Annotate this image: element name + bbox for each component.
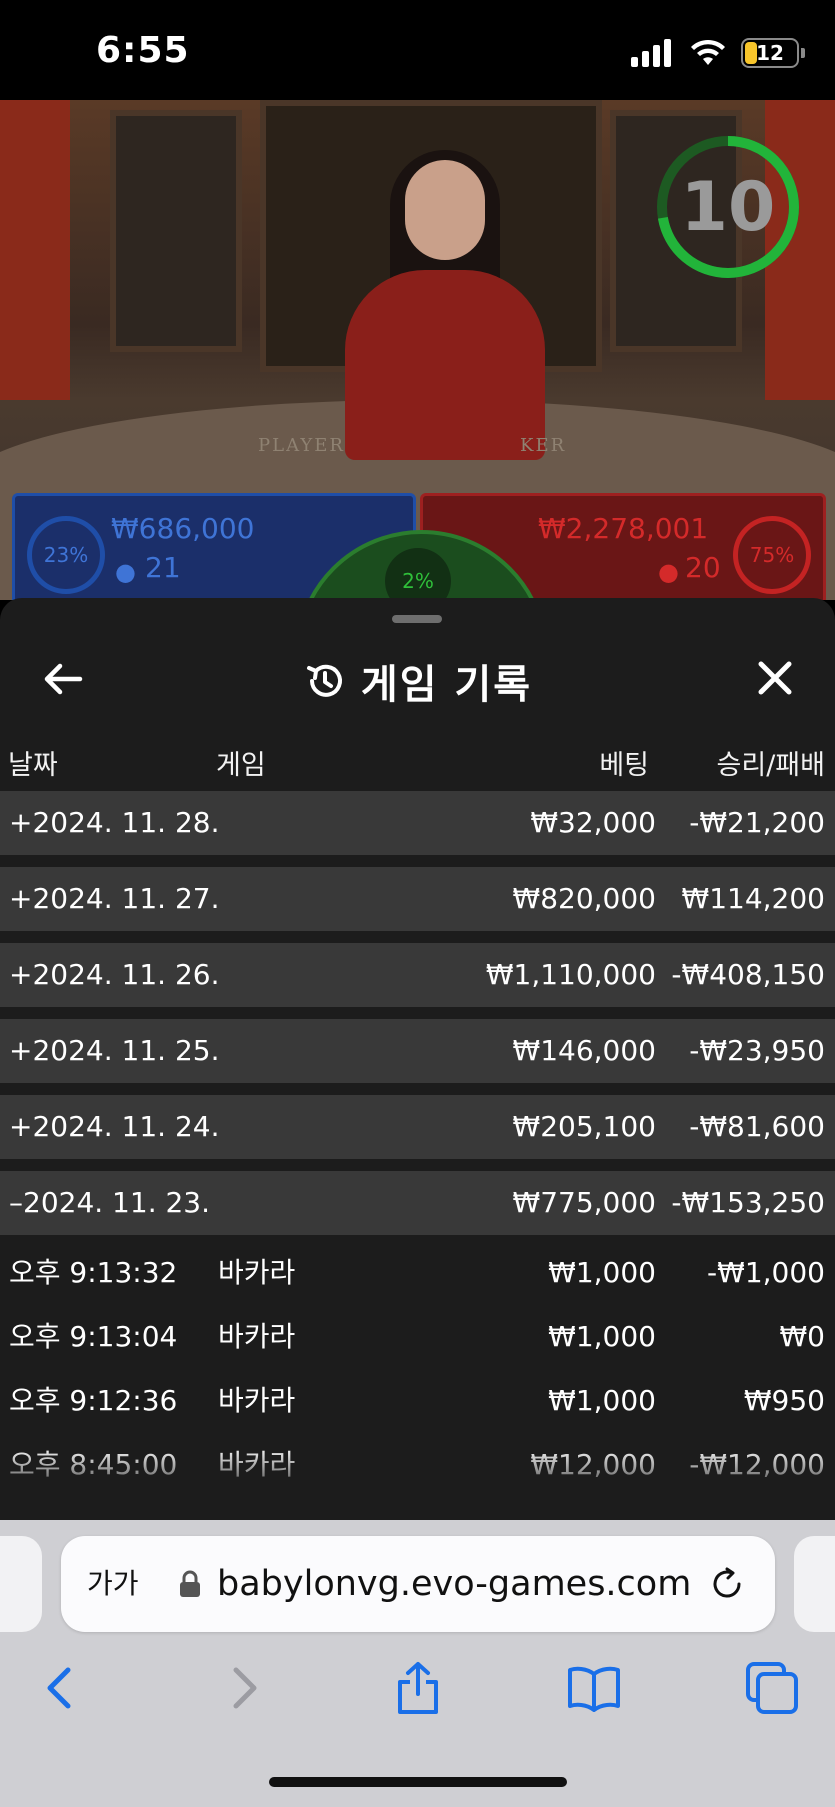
date-row[interactable]: +2024. 11. 25. ₩146,000 -₩23,950 [0,1019,835,1083]
result-cell: -₩81,600 [689,1110,825,1143]
url-text[interactable]: babylonvg.evo-games.com [217,1536,691,1632]
sheet-title-group: 게임 기록 [0,652,835,710]
date-cell: +2024. 11. 24. [9,1110,220,1143]
next-tab-preview[interactable] [794,1536,835,1632]
wall-panel-left [110,110,242,352]
player-bet-amount: ₩686,000 [111,512,255,545]
bet-cell: ₩205,100 [512,1110,656,1143]
result-cell: ₩0 [779,1320,826,1353]
battery-icon: 12 [741,38,799,68]
status-time: 6:55 [96,30,190,71]
status-icons: 12 [631,38,805,68]
result-cell: -₩21,200 [689,806,825,839]
scroll-fade [0,1446,835,1520]
history-icon [306,664,342,697]
date-cell: –2024. 11. 23. [9,1186,211,1219]
round-row[interactable]: 오후 9:13:32 바카라 ₩1,000 -₩1,000 [0,1241,835,1305]
column-header-bet[interactable]: 베팅 [599,743,649,782]
game-cell: 바카라 [218,1256,296,1289]
share-icon[interactable] [390,1660,446,1716]
date-cell: +2024. 11. 26. [9,958,220,991]
address-bar[interactable]: 가가 babylonvg.evo-games.com [61,1536,775,1632]
player-percent: 23% [27,516,105,594]
date-cell: +2024. 11. 25. [9,1034,220,1067]
time-cell: 오후 9:13:04 [9,1320,178,1353]
dealer-face [405,160,485,260]
bookmarks-icon[interactable] [566,1660,622,1716]
status-bar: 6:55 12 [0,0,835,100]
date-row[interactable]: +2024. 11. 27. ₩820,000 ₩114,200 [0,867,835,931]
person-icon: ● [115,558,136,586]
date-row[interactable]: +2024. 11. 26. ₩1,110,000 -₩408,150 [0,943,835,1007]
result-cell: -₩23,950 [689,1034,825,1067]
column-header-date[interactable]: 날짜 [8,743,58,782]
dealer [345,270,545,460]
table-player-label: PLAYER [258,435,345,456]
time-cell: 오후 9:12:36 [9,1384,178,1417]
reload-icon[interactable] [709,1566,745,1602]
bet-cell: ₩146,000 [512,1034,656,1067]
bet-cell: ₩820,000 [512,882,656,915]
bet-cell: ₩32,000 [530,806,656,839]
live-game-video[interactable]: PLAYER KER 10 23% ₩686,000 ● 21 75% ₩2,2… [0,100,835,600]
column-header-win-loss[interactable]: 승리/패배 [717,743,825,782]
battery-cap [801,48,805,58]
text-size-button[interactable]: 가가 [87,1536,139,1632]
game-history-sheet: 게임 기록 날짜 게임 베팅 승리/패배 +2024. 11. 28. ₩32,… [0,598,835,1520]
column-header-game[interactable]: 게임 [216,743,266,782]
player-bettor-count: 21 [145,551,181,584]
result-cell: ₩114,200 [681,882,825,915]
date-row-expanded[interactable]: –2024. 11. 23. ₩775,000 -₩153,250 [0,1171,835,1235]
result-cell: ₩950 [743,1384,825,1417]
home-indicator[interactable] [269,1777,567,1787]
date-row[interactable]: +2024. 11. 24. ₩205,100 -₩81,600 [0,1095,835,1159]
banker-percent: 75% [733,516,811,594]
wifi-icon [691,39,725,65]
bet-cell: ₩1,110,000 [485,958,656,991]
date-cell: +2024. 11. 28. [9,806,220,839]
result-cell: -₩1,000 [707,1256,825,1289]
lock-icon [180,1570,200,1597]
tabs-icon[interactable] [744,1660,800,1716]
banker-bet-amount: ₩2,278,001 [538,512,709,545]
time-cell: 오후 9:13:32 [9,1256,178,1289]
round-row[interactable]: 오후 9:13:04 바카라 ₩1,000 ₩0 [0,1305,835,1369]
date-cell: +2024. 11. 27. [9,882,220,915]
result-cell: -₩153,250 [671,1186,825,1219]
bet-cell: ₩1,000 [548,1256,656,1289]
person-icon: ● [658,558,679,586]
round-row[interactable]: 오후 9:12:36 바카라 ₩1,000 ₩950 [0,1369,835,1433]
bet-cell: ₩1,000 [548,1320,656,1353]
countdown-timer: 10 [655,134,801,280]
sheet-grabber[interactable] [392,615,442,623]
date-row[interactable]: +2024. 11. 28. ₩32,000 -₩21,200 [0,791,835,855]
sheet-header: 게임 기록 [0,638,835,718]
battery-level: 12 [756,41,784,65]
timer-value: 10 [680,167,776,247]
browser-bottom-bar: 가가 babylonvg.evo-games.com [0,1520,835,1807]
close-icon[interactable] [753,656,797,700]
banker-bettor-count: 20 [685,551,721,584]
previous-tab-preview[interactable] [0,1536,42,1632]
bet-cell: ₩1,000 [548,1384,656,1417]
game-cell: 바카라 [218,1320,296,1353]
game-cell: 바카라 [218,1384,296,1417]
browser-back-icon[interactable] [34,1660,90,1716]
sheet-title: 게임 기록 [360,662,533,708]
result-cell: -₩408,150 [671,958,825,991]
decor-screen-left [0,100,70,400]
cellular-signal-icon [631,39,671,67]
browser-forward-icon[interactable] [214,1660,270,1716]
table-banker-label: KER [520,435,567,456]
bet-cell: ₩775,000 [512,1186,656,1219]
